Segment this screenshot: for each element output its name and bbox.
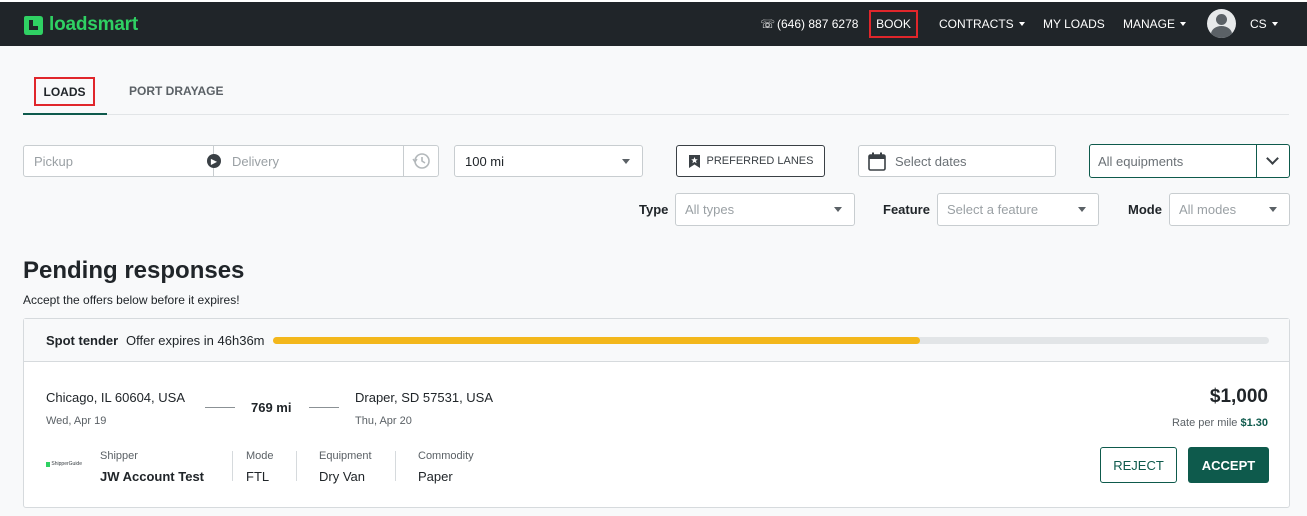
mode-value: FTL [246,469,270,484]
phone-number: (646) 887 6278 [777,17,859,31]
avatar-body [1211,26,1232,38]
rate-label: Rate per mile [1171,417,1238,429]
caret-down-icon [834,207,842,212]
nav-phone[interactable]: ☏ (646) 887 6278 [760,2,858,46]
offer-kind: Spot tender [46,333,119,348]
nav-manage-label: MANAGE [1123,17,1176,31]
mode-label: Mode [246,450,274,462]
equipment-type-value: Dry Van [319,469,365,484]
mode-filter-value: All modes [1179,202,1237,217]
offer-price: $1,000 [1209,386,1268,407]
offer-card-header: Spot tender Offer expires in 46h36m [24,319,1289,362]
tab-port-drayage[interactable]: PORT DRAYAGE [129,84,223,98]
accept-button[interactable]: ACCEPT [1188,447,1269,483]
user-initials: CS [1250,17,1267,31]
user-menu[interactable]: CS [1250,2,1278,46]
nav-contracts-label: CONTRACTS [939,17,1014,31]
feature-filter-label: Feature [883,202,930,217]
mode-filter-label: Mode [1128,202,1162,217]
tab-loads[interactable]: LOADS [23,72,107,115]
radius-select[interactable]: 100 mi [454,145,643,177]
type-filter-value: All types [685,202,735,217]
delivery-input[interactable]: Delivery [232,154,279,169]
type-filter-label: Type [639,202,669,217]
shipper-label: Shipper [100,450,138,462]
tab-loads-label: LOADS [34,77,95,106]
rate-value: $1.30 [1240,417,1268,429]
origin-location: Chicago, IL 60604, USA [46,390,185,405]
offer-card: Spot tender Offer expires in 46h36m Chic… [23,318,1290,508]
commodity-value: Paper [418,469,453,484]
commodity-label: Commodity [418,450,474,462]
pickup-input[interactable]: Pickup [34,154,73,169]
meta-divider [296,451,297,481]
route-distance: 769 mi [251,400,292,415]
equipment-value: All equipments [1098,153,1184,169]
chevron-down-icon [1266,152,1279,165]
caret-down-icon [1271,22,1278,26]
bookmark-star-icon [688,154,700,168]
phone-icon: ☏ [760,17,776,31]
lane-search: Pickup ▶ Delivery [23,145,439,177]
caret-down-icon [1269,207,1277,212]
caret-down-icon [622,159,630,164]
route-line-right [309,407,339,408]
nav-contracts[interactable]: CONTRACTS [939,2,1025,46]
history-icon[interactable] [412,152,430,170]
expiry-progress-fill [273,337,921,344]
loadsmart-logo-icon [24,15,43,35]
equipment-divider [1256,145,1257,177]
date-picker[interactable]: Select dates [858,145,1056,177]
tab-bar: LOADS PORT DRAYAGE [23,72,1289,115]
destination-location: Draper, SD 57531, USA [355,390,494,405]
preferred-lanes-button[interactable]: PREFERRED LANES [676,145,825,177]
shipper-value: JW Account Test [100,469,205,484]
shipper-logo-mark [46,461,51,467]
page-title: Pending responses [23,257,245,284]
avatar-head [1216,14,1227,25]
dates-placeholder: Select dates [895,153,967,169]
brand-name: loadsmart [49,14,139,35]
user-avatar[interactable] [1207,9,1236,38]
brand-logo[interactable]: loadsmart [23,14,138,36]
caret-down-icon [1078,207,1086,212]
page-subtitle: Accept the offers below before it expire… [23,293,240,307]
top-navigation-bar: loadsmart [0,2,1307,46]
calendar-icon [868,152,886,171]
shipper-logo-text: ShipperGuide [51,461,82,467]
feature-filter-select[interactable]: Select a feature [937,193,1099,226]
meta-divider [232,451,233,481]
equipment-label: Equipment [319,450,372,462]
caret-down-icon [1180,22,1187,26]
expiry-progress-bar [273,337,1269,344]
history-divider [403,146,404,176]
feature-filter-value: Select a feature [947,202,1039,217]
offer-expiry: Offer expires in 46h36m [126,333,265,348]
nav-manage[interactable]: MANAGE [1123,2,1187,46]
destination-date: Thu, Apr 20 [355,415,412,427]
radius-value: 100 mi [465,153,505,169]
preferred-lanes-label: PREFERRED LANES [706,155,814,167]
nav-book[interactable]: BOOK [869,10,918,38]
type-filter-select[interactable]: All types [675,193,855,226]
meta-divider [395,451,396,481]
mode-filter-select[interactable]: All modes [1169,193,1290,226]
equipment-select[interactable]: All equipments [1089,144,1290,178]
caret-down-icon [1018,22,1025,26]
origin-date: Wed, Apr 19 [46,415,107,427]
nav-my-loads[interactable]: MY LOADS [1043,2,1105,46]
arrow-right-icon: ▶ [207,154,221,168]
reject-button[interactable]: REJECT [1100,447,1177,483]
shipper-logo: ShipperGuide [46,460,82,468]
rate-per-mile: Rate per mile $1.30 [1172,417,1268,429]
route-line-left [205,407,235,408]
